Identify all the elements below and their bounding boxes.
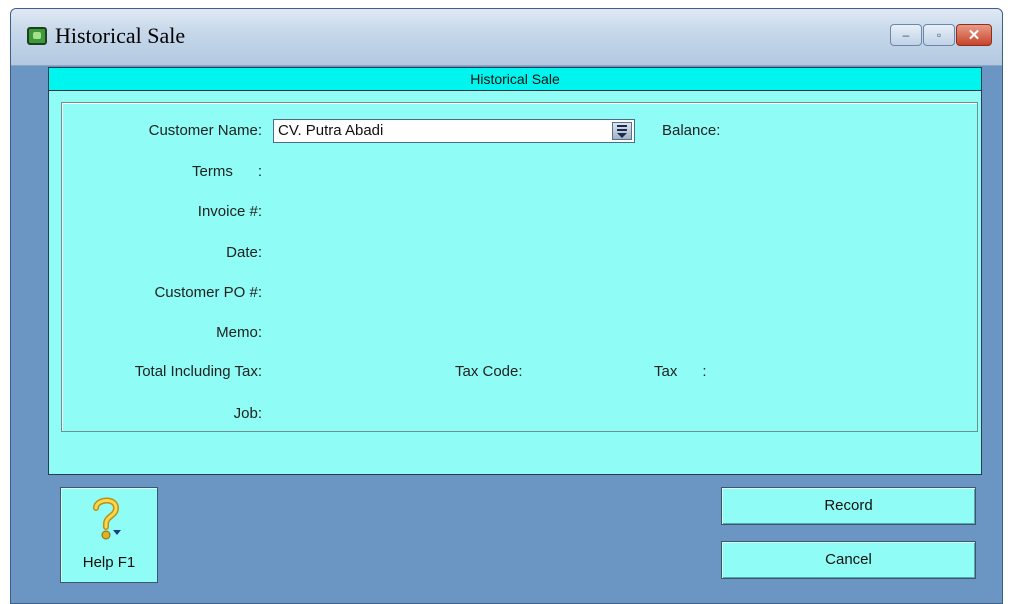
date-label: Date:	[226, 244, 262, 261]
customer-po-label: Customer PO #:	[154, 284, 262, 301]
tax-label: Tax :	[654, 363, 707, 380]
close-button[interactable]: ✕	[956, 24, 992, 46]
app-icon[interactable]	[27, 27, 47, 45]
maximize-button[interactable]: ▫	[923, 24, 955, 46]
record-button[interactable]: Record	[721, 487, 976, 525]
terms-label: Terms :	[191, 163, 262, 180]
historical-sale-window: Historical Sale – ▫ ✕ Historical Sale Cu…	[10, 8, 1003, 604]
minimize-icon: –	[902, 28, 910, 42]
customer-name-combo[interactable]	[273, 119, 635, 143]
form-panel: Historical Sale Customer Name: Balance: …	[48, 67, 982, 475]
tax-code-label: Tax Code:	[455, 363, 523, 380]
panel-header: Historical Sale	[49, 68, 981, 91]
help-button[interactable]: Help F1	[60, 487, 158, 583]
customer-name-label: Customer Name:	[148, 122, 262, 139]
list-dropdown-icon[interactable]	[612, 122, 632, 140]
title-bar[interactable]: Historical Sale – ▫ ✕	[11, 9, 1002, 66]
window-title: Historical Sale	[55, 23, 186, 48]
total-including-tax-label: Total Including Tax:	[134, 363, 262, 380]
memo-label: Memo:	[216, 324, 262, 341]
minimize-button[interactable]: –	[890, 24, 922, 46]
cancel-button[interactable]: Cancel	[721, 541, 976, 579]
close-icon: ✕	[967, 27, 981, 44]
help-label: Help F1	[82, 554, 136, 571]
balance-label: Balance:	[662, 122, 721, 139]
invoice-label: Invoice #:	[197, 203, 262, 220]
job-label: Job:	[233, 405, 262, 422]
customer-name-input[interactable]	[274, 120, 600, 142]
maximize-icon: ▫	[936, 28, 942, 42]
details-groupbox: Customer Name: Balance: Terms : Invoice …	[61, 102, 978, 432]
question-mark-icon	[93, 497, 121, 540]
